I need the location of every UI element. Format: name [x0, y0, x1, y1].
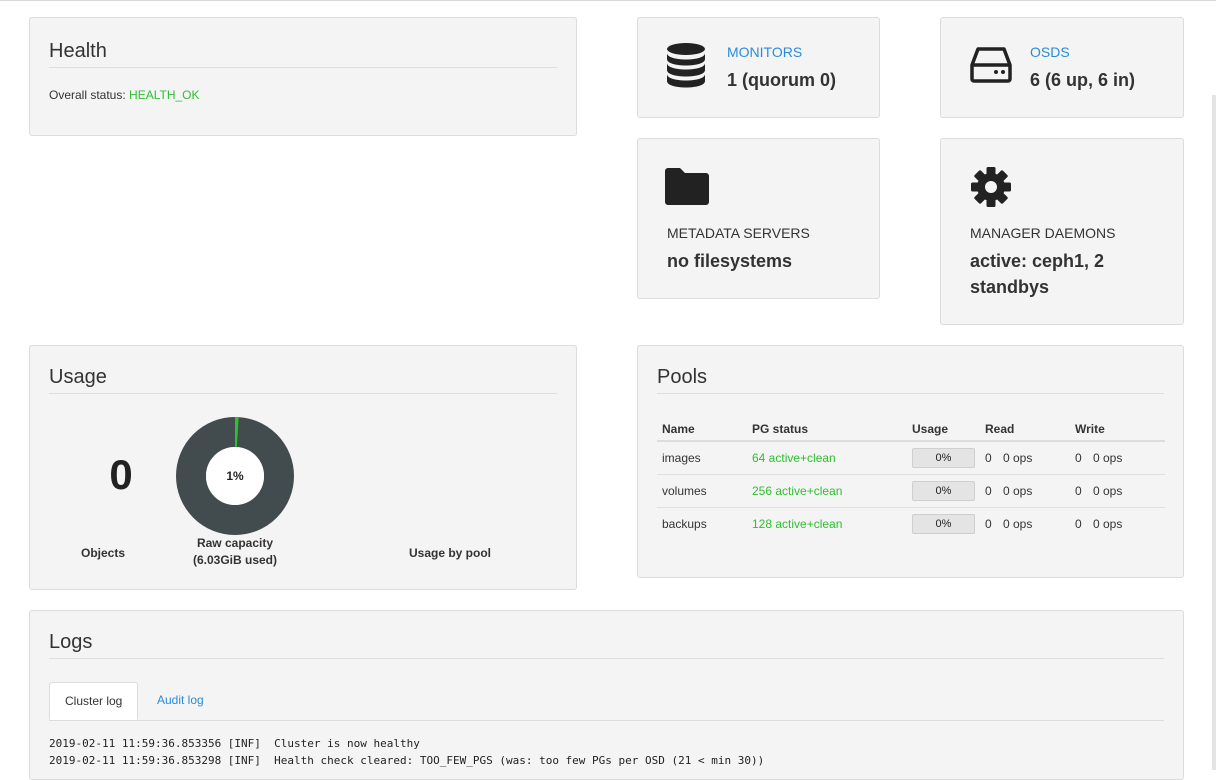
osds-link[interactable]: OSDS [1030, 44, 1070, 60]
tab-audit-log[interactable]: Audit log [142, 682, 219, 720]
pool-name: volumes [657, 475, 747, 508]
log-line: 2019-02-11 11:59:36.853356 [INF] Cluster… [49, 737, 420, 750]
pool-usage-cell: 0% [907, 508, 980, 541]
monitors-link[interactable]: MONITORS [727, 44, 802, 60]
pool-read-count: 0 [985, 517, 1003, 531]
col-name[interactable]: Name [657, 418, 747, 441]
pool-read-count: 0 [985, 451, 1003, 465]
pool-usage-bar: 0% [912, 481, 975, 501]
pool-read: 00 ops [980, 508, 1070, 541]
monitors-value: 1 (quorum 0) [727, 67, 836, 93]
osds-value: 6 (6 up, 6 in) [1030, 67, 1135, 93]
objects-count: 0 [76, 451, 166, 499]
pools-panel: Pools Name PG status Usage Read Write im… [637, 345, 1184, 578]
raw-capacity-label: Raw capacity [170, 536, 300, 550]
health-status: Overall status: HEALTH_OK [49, 88, 557, 102]
pool-pg-status: 128 active+clean [747, 508, 907, 541]
health-status-value: HEALTH_OK [129, 88, 199, 102]
mgr-value-line1: active: ceph1, 2 [970, 248, 1104, 274]
col-usage[interactable]: Usage [907, 418, 980, 441]
pool-pg-status: 64 active+clean [747, 441, 907, 475]
pool-name: backups [657, 508, 747, 541]
logs-panel: Logs Cluster log Audit log 2019-02-11 11… [29, 610, 1184, 780]
pool-read-ops: 0 ops [1003, 517, 1032, 531]
pool-read-ops: 0 ops [1003, 451, 1032, 465]
pools-title: Pools [657, 366, 1164, 394]
pool-write-count: 0 [1075, 451, 1093, 465]
pool-write-ops: 0 ops [1093, 484, 1122, 498]
pool-write-count: 0 [1075, 484, 1093, 498]
mds-label: METADATA SERVERS [667, 225, 810, 241]
pool-read-ops: 0 ops [1003, 484, 1032, 498]
pool-usage-cell: 0% [907, 441, 980, 475]
pool-write: 00 ops [1070, 441, 1165, 475]
pool-write: 00 ops [1070, 475, 1165, 508]
page-scrollbar[interactable] [1212, 95, 1216, 770]
pool-write-ops: 0 ops [1093, 451, 1122, 465]
raw-capacity-donut: 1% [176, 417, 294, 535]
top-border [0, 0, 1216, 4]
pool-usage-bar: 0% [912, 448, 975, 468]
log-line: 2019-02-11 11:59:36.853298 [INF] Health … [49, 754, 764, 767]
osds-tile: OSDS 6 (6 up, 6 in) [940, 17, 1184, 118]
pool-read: 00 ops [980, 441, 1070, 475]
health-panel: Health Overall status: HEALTH_OK [29, 17, 577, 136]
col-read[interactable]: Read [980, 418, 1070, 441]
hard-drive-icon [970, 46, 1012, 87]
col-write[interactable]: Write [1070, 418, 1165, 441]
table-row: volumes 256 active+clean 0% 00 ops 00 op… [657, 475, 1165, 508]
health-title: Health [49, 40, 557, 68]
table-row: images 64 active+clean 0% 00 ops 00 ops [657, 441, 1165, 475]
pool-name: images [657, 441, 747, 475]
raw-capacity-used: (6.03GiB used) [170, 553, 300, 567]
table-row: backups 128 active+clean 0% 00 ops 00 op… [657, 508, 1165, 541]
health-status-label: Overall status: [49, 88, 126, 102]
usage-title: Usage [49, 366, 557, 394]
objects-label: Objects [58, 546, 148, 560]
pool-write-count: 0 [1075, 517, 1093, 531]
pool-write-ops: 0 ops [1093, 517, 1122, 531]
pool-pg-status: 256 active+clean [747, 475, 907, 508]
metadata-servers-tile: METADATA SERVERS no filesystems [637, 138, 880, 299]
pool-usage-bar: 0% [912, 514, 975, 534]
folder-icon [665, 167, 709, 208]
manager-daemons-tile: MANAGER DAEMONS active: ceph1, 2 standby… [940, 138, 1184, 325]
monitors-tile: MONITORS 1 (quorum 0) [637, 17, 880, 118]
pools-header-row: Name PG status Usage Read Write [657, 418, 1165, 441]
usage-panel: Usage 0 Objects 1% Raw capacity (6.03GiB… [29, 345, 577, 590]
tab-cluster-log[interactable]: Cluster log [49, 682, 138, 720]
mds-value: no filesystems [667, 248, 792, 274]
pool-write: 00 ops [1070, 508, 1165, 541]
mgr-value-line2: standbys [970, 274, 1049, 300]
raw-capacity-percent: 1% [226, 469, 244, 483]
logs-title: Logs [49, 631, 1164, 659]
pools-table: Name PG status Usage Read Write images 6… [657, 418, 1165, 540]
col-pg-status[interactable]: PG status [747, 418, 907, 441]
usage-by-pool-label: Usage by pool [390, 546, 510, 560]
pool-read-count: 0 [985, 484, 1003, 498]
gear-icon [970, 166, 1012, 211]
logs-tabs: Cluster log Audit log [49, 682, 1164, 721]
mgr-label: MANAGER DAEMONS [970, 225, 1115, 241]
database-icon [666, 42, 706, 91]
pool-read: 00 ops [980, 475, 1070, 508]
pool-usage-cell: 0% [907, 475, 980, 508]
